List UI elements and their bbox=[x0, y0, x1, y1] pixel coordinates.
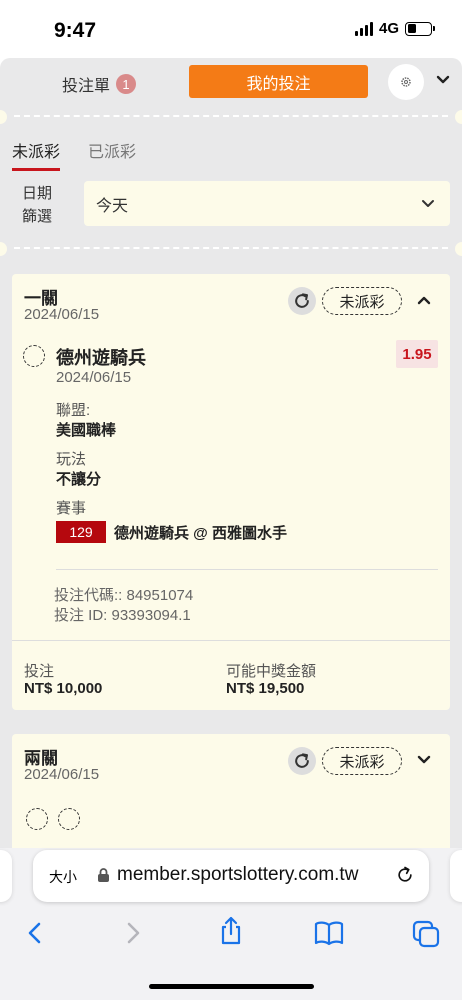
refresh-button[interactable] bbox=[288, 287, 316, 315]
signal-icon bbox=[354, 21, 373, 36]
chevron-up-icon[interactable] bbox=[416, 292, 432, 308]
forward-icon[interactable] bbox=[120, 920, 146, 946]
browser-chrome: 大小 member.sportslottery.com.tw bbox=[0, 848, 462, 1000]
battery-icon bbox=[405, 21, 435, 36]
selection-team: 德州遊騎兵 bbox=[56, 348, 146, 368]
bet-id: 投注 ID: 93393094.1 bbox=[54, 607, 191, 624]
date-filter: 日期篩選 今天 bbox=[22, 178, 452, 230]
stake-label: 投注 bbox=[24, 663, 55, 680]
event-row: 129 德州遊騎兵 @ 西雅圖水手 bbox=[56, 521, 287, 543]
tab-settled[interactable]: 已派彩 bbox=[88, 138, 136, 171]
tab-unsettled[interactable]: 未派彩 bbox=[12, 138, 61, 171]
market-value: 不讓分 bbox=[56, 471, 102, 488]
divider bbox=[12, 640, 450, 641]
bet-card: 一關 2024/06/15 未派彩 德州遊騎兵 2024/06/15 1.95 … bbox=[12, 274, 450, 710]
network-type: 4G bbox=[378, 20, 399, 37]
app-content: 投注單 1 我的投注 未派彩 已派彩 日期篩選 今天 一關 2024/06/15… bbox=[0, 58, 462, 848]
event-label: 賽事 bbox=[56, 500, 87, 517]
status-time: 9:47 bbox=[54, 19, 97, 42]
betslip-label: 投注單 bbox=[62, 78, 111, 95]
status-badge: 未派彩 bbox=[322, 747, 402, 775]
divider-dashed bbox=[0, 110, 462, 124]
betslip-count-badge: 1 bbox=[116, 74, 137, 94]
status-badge: 未派彩 bbox=[322, 287, 402, 315]
refresh-icon bbox=[295, 293, 309, 308]
odds-badge: 1.95 bbox=[396, 340, 438, 368]
tabs-icon[interactable] bbox=[412, 920, 440, 948]
refresh-button[interactable] bbox=[288, 747, 316, 775]
back-icon[interactable] bbox=[22, 920, 48, 946]
next-tab-card[interactable] bbox=[450, 850, 462, 902]
event-number: 129 bbox=[56, 521, 106, 543]
bet-card: 兩關 2024/06/15 未派彩 bbox=[12, 734, 450, 848]
selection-circle-icon bbox=[23, 345, 45, 367]
lock-icon bbox=[98, 868, 109, 882]
settings-button[interactable] bbox=[388, 64, 424, 100]
event-name: 德州遊騎兵 @ 西雅圖水手 bbox=[114, 524, 287, 542]
refresh-icon bbox=[295, 753, 309, 768]
betslip-tab[interactable]: 投注單 1 bbox=[62, 72, 137, 96]
prev-tab-card[interactable] bbox=[0, 850, 12, 902]
bet-code: 投注代碼:: 84951074 bbox=[54, 587, 194, 604]
address-bar[interactable]: 大小 member.sportslottery.com.tw bbox=[33, 850, 429, 902]
divider-dashed bbox=[0, 242, 462, 256]
chevron-down-icon[interactable] bbox=[435, 72, 451, 88]
home-indicator[interactable] bbox=[149, 984, 314, 989]
status-bar: 9:47 4G bbox=[0, 0, 462, 58]
league-label: 聯盟: bbox=[56, 402, 91, 419]
date-filter-select[interactable]: 今天 bbox=[84, 181, 450, 226]
selection-circle-icon bbox=[26, 808, 48, 830]
chevron-down-icon bbox=[422, 200, 434, 207]
reload-icon[interactable] bbox=[395, 865, 415, 885]
selection-date: 2024/06/15 bbox=[56, 369, 132, 386]
url-text: member.sportslottery.com.tw bbox=[117, 864, 359, 885]
date-filter-label: 日期篩選 bbox=[22, 185, 53, 225]
payout-value: NT$ 19,500 bbox=[226, 680, 305, 697]
share-icon[interactable] bbox=[218, 916, 244, 946]
market-label: 玩法 bbox=[56, 451, 87, 468]
payout-tabs: 未派彩 已派彩 bbox=[12, 138, 136, 171]
gear-icon bbox=[401, 77, 411, 87]
my-bets-button[interactable]: 我的投注 bbox=[189, 65, 368, 98]
text-size-button[interactable]: 大小 bbox=[49, 867, 77, 887]
chevron-down-icon[interactable] bbox=[416, 752, 432, 768]
bookmarks-icon[interactable] bbox=[314, 920, 344, 946]
league-value: 美國職棒 bbox=[56, 422, 117, 439]
bet-date: 2024/06/15 bbox=[24, 766, 100, 783]
bet-date: 2024/06/15 bbox=[24, 306, 100, 323]
top-bar: 投注單 1 我的投注 bbox=[0, 58, 462, 110]
divider bbox=[56, 569, 438, 570]
payout-label: 可能中獎金額 bbox=[226, 663, 317, 680]
stake-value: NT$ 10,000 bbox=[24, 680, 103, 697]
date-filter-value: 今天 bbox=[96, 197, 129, 215]
selection-circle-icon bbox=[58, 808, 80, 830]
